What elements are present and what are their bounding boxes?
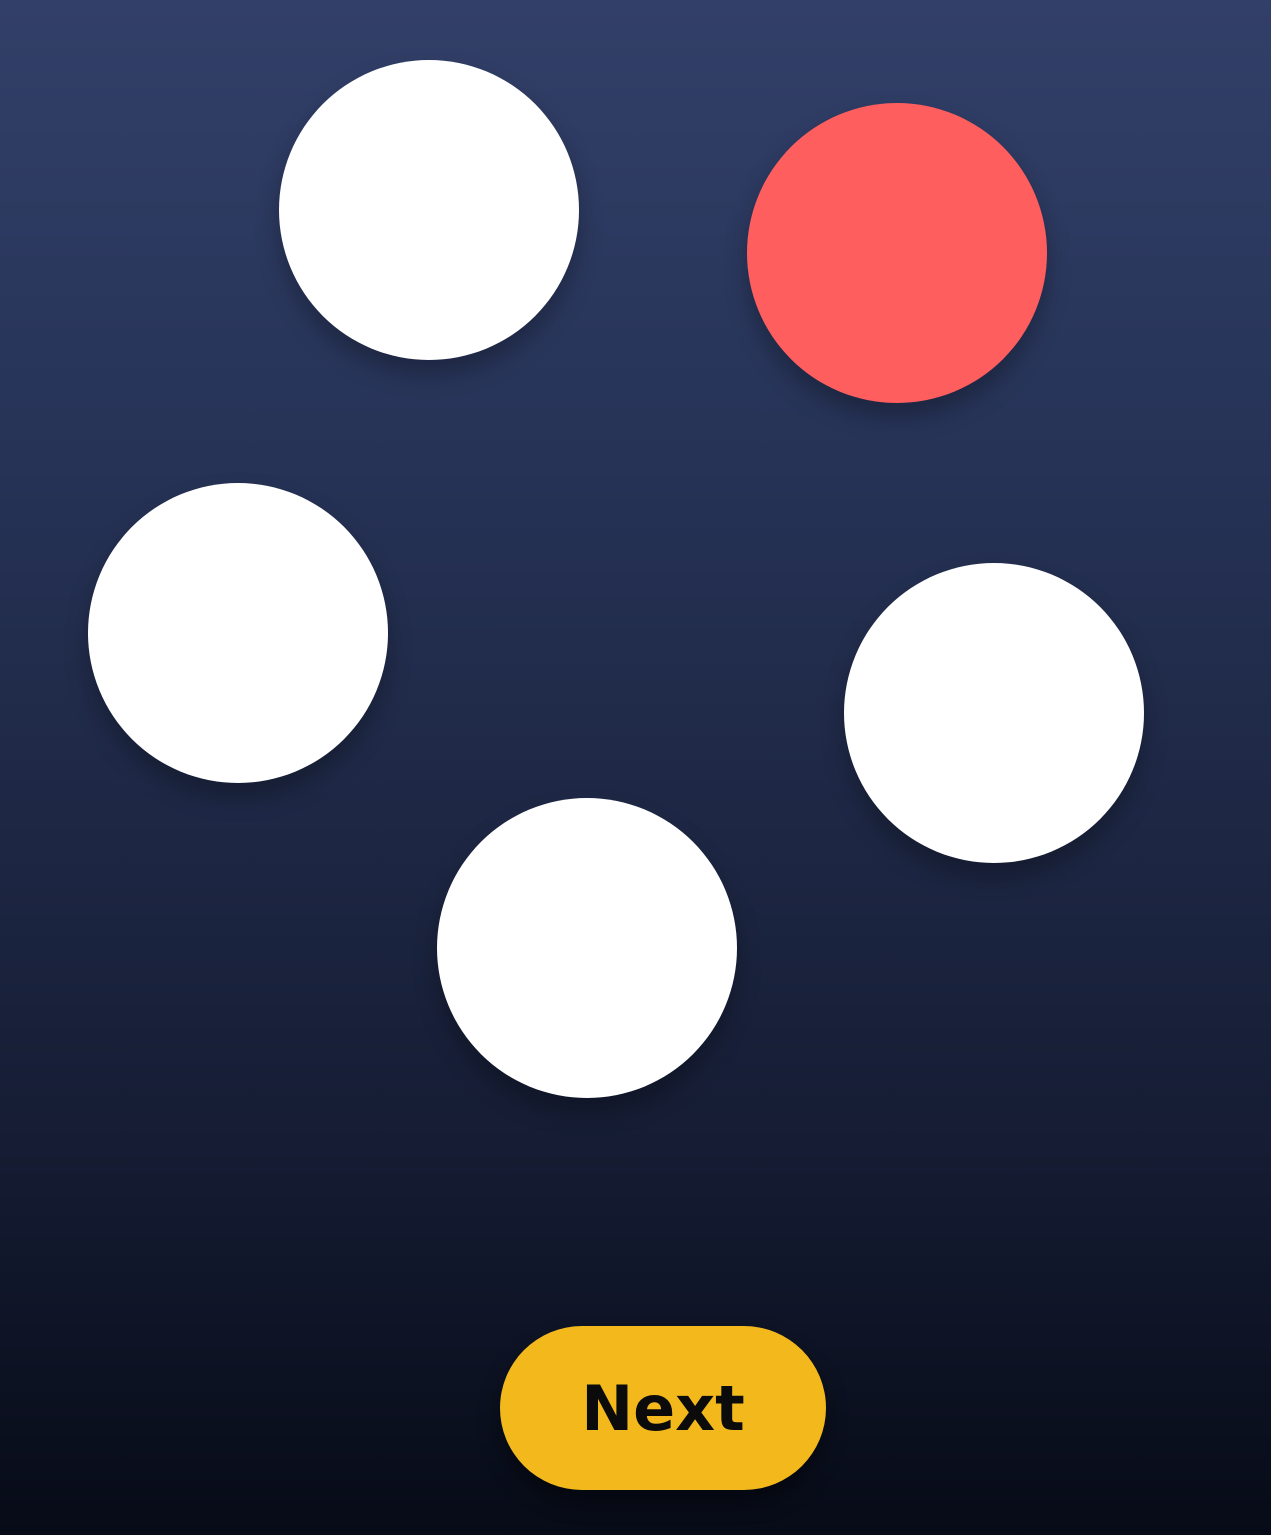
circle-target-5[interactable] xyxy=(437,798,737,1098)
circle-target-1[interactable] xyxy=(279,60,579,360)
circle-target-4[interactable] xyxy=(844,563,1144,863)
next-button[interactable]: Next xyxy=(500,1326,826,1490)
circle-target-2-highlighted[interactable] xyxy=(747,103,1047,403)
game-board: Next xyxy=(0,0,1271,1535)
circle-target-3[interactable] xyxy=(88,483,388,783)
next-button-label: Next xyxy=(581,1371,745,1445)
